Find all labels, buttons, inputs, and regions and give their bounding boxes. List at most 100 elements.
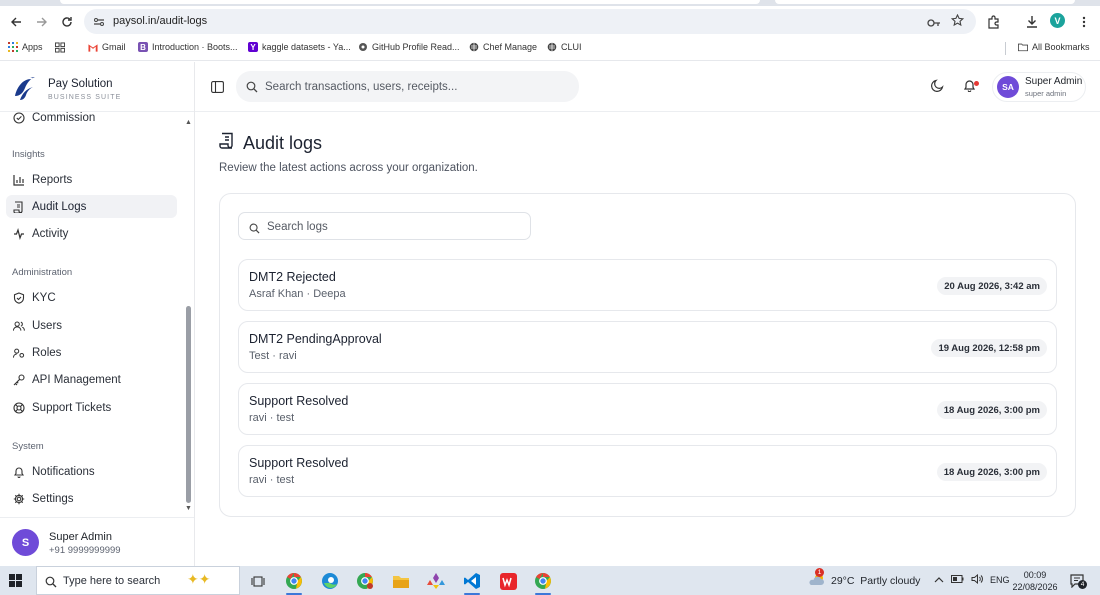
log-title: DMT2 PendingApproval <box>249 332 382 346</box>
log-title: Support Resolved <box>249 394 349 408</box>
weather-widget[interactable]: 1 29°C Partly cloudy <box>808 568 920 590</box>
edge-taskbar-icon[interactable] <box>319 570 341 592</box>
bookmark-label: CLUI <box>561 42 582 52</box>
sidebar-item-activity[interactable]: Activity <box>6 222 177 245</box>
bookmarks-bar: Apps Gmail B Introduction · Boots... Y k… <box>0 37 1100 61</box>
global-search-input[interactable] <box>265 78 565 95</box>
forward-arrow-icon[interactable] <box>33 13 51 31</box>
sidebar-item-commission[interactable]: Commission <box>6 112 177 129</box>
scroll-icon <box>219 132 236 154</box>
log-row[interactable]: Support Resolved ravi · test 18 Aug 2026… <box>238 445 1057 497</box>
chrome-active-taskbar-icon[interactable] <box>532 570 554 595</box>
header-user-menu[interactable]: SA Super Admin super admin <box>992 72 1086 102</box>
site-settings-icon[interactable] <box>93 15 105 33</box>
bookmark-github[interactable]: GitHub Profile Read... <box>358 42 460 52</box>
bookmark-grid[interactable] <box>55 41 65 53</box>
lifebuoy-icon <box>13 401 25 414</box>
file-explorer-icon[interactable] <box>390 570 412 592</box>
bookmark-bootstrap[interactable]: B Introduction · Boots... <box>138 42 238 52</box>
sidebar-item-users[interactable]: Users <box>6 314 177 337</box>
browser-toolbar: paysol.in/audit-logs V <box>0 6 1100 37</box>
check-circle-icon <box>13 112 25 124</box>
search-highlight-sparkle-icon: ✦✦ <box>187 571 211 587</box>
bookmark-chef[interactable]: Chef Manage <box>469 42 537 52</box>
sidebar-toggle-icon[interactable] <box>211 80 224 98</box>
task-view-icon[interactable] <box>247 570 269 592</box>
globe-icon <box>469 42 479 52</box>
taskbar-clock[interactable]: 00:09 22/08/2026 <box>1012 569 1058 593</box>
windows-start-icon[interactable] <box>9 574 22 592</box>
sidebar-item-label: Activity <box>32 227 69 240</box>
log-row[interactable]: DMT2 PendingApproval Test · ravi 19 Aug … <box>238 321 1057 373</box>
sidebar-item-support-tickets[interactable]: Support Tickets <box>6 396 177 419</box>
taskbar-search[interactable]: Type here to search ✦✦ <box>36 566 240 595</box>
bookmark-apps[interactable]: Apps <box>8 42 43 52</box>
log-meta: Test · ravi <box>249 350 297 362</box>
bookmark-clui[interactable]: CLUI <box>547 42 582 52</box>
extensions-icon[interactable] <box>985 13 1003 31</box>
battery-icon[interactable] <box>951 575 964 585</box>
log-timestamp-badge: 18 Aug 2026, 3:00 pm <box>936 463 1047 481</box>
bookmark-kaggle[interactable]: Y kaggle datasets - Ya... <box>248 42 351 52</box>
scroll-down-arrow-icon[interactable]: ▼ <box>185 505 192 512</box>
sidebar: Pay Solution BUSINESS SUITE Commission I… <box>0 62 195 566</box>
taskbar-search-text: Type here to search <box>63 575 161 587</box>
clock-date: 22/08/2026 <box>1012 582 1058 592</box>
sidebar-user-card[interactable]: S Super Admin +91 9999999999 <box>0 517 194 566</box>
chevron-up-icon[interactable] <box>934 575 944 585</box>
log-search-input[interactable] <box>267 219 517 234</box>
all-bookmarks-button[interactable]: All Bookmarks <box>1018 42 1090 52</box>
brand[interactable]: Pay Solution BUSINESS SUITE <box>12 74 192 106</box>
chrome-taskbar-icon[interactable] <box>283 570 305 595</box>
apps-grid-icon <box>8 42 18 52</box>
sidebar-item-label: Roles <box>32 346 62 359</box>
log-search[interactable] <box>238 212 531 240</box>
wps-office-icon[interactable] <box>497 570 519 592</box>
sidebar-item-roles[interactable]: Roles <box>6 341 177 364</box>
profile-avatar[interactable]: V <box>1050 13 1065 28</box>
main-content: Audit logs Review the latest actions acr… <box>196 113 1100 566</box>
vscode-taskbar-icon[interactable] <box>461 570 483 595</box>
notification-center-icon[interactable]: 4 <box>1070 574 1087 593</box>
roles-icon <box>13 347 25 359</box>
reload-icon[interactable] <box>58 13 76 31</box>
sidebar-item-settings[interactable]: Settings <box>6 487 177 510</box>
page-title-text: Audit logs <box>243 132 323 153</box>
speaker-icon[interactable] <box>971 573 983 586</box>
chrome-profile-taskbar-icon[interactable] <box>354 570 376 592</box>
key-icon <box>13 373 25 386</box>
bookmarks-separator <box>1005 42 1006 55</box>
language-indicator[interactable]: ENG <box>990 575 1010 585</box>
log-meta: Asraf Khan · Deepa <box>249 288 346 300</box>
sidebar-scrollbar-thumb[interactable] <box>186 306 191 503</box>
scroll-up-arrow-icon[interactable]: ▲ <box>185 119 192 126</box>
download-icon[interactable] <box>1023 13 1041 31</box>
windows-taskbar: Type here to search ✦✦ 1 29°C Partly clo… <box>0 566 1100 595</box>
app-launcher-icon[interactable] <box>425 570 447 592</box>
password-key-icon[interactable] <box>927 15 941 33</box>
bootstrap-icon: B <box>138 42 148 52</box>
more-menu-icon[interactable] <box>1075 13 1093 31</box>
github-icon <box>358 42 368 52</box>
bookmark-label: Gmail <box>102 42 126 52</box>
global-search[interactable] <box>236 71 579 102</box>
bell-icon <box>13 466 25 478</box>
sidebar-item-api-management[interactable]: API Management <box>6 368 177 391</box>
sidebar-item-notifications[interactable]: Notifications <box>6 460 177 483</box>
dark-mode-moon-icon[interactable] <box>931 79 944 97</box>
back-arrow-icon[interactable] <box>7 13 25 31</box>
users-icon <box>13 320 25 332</box>
bookmark-gmail[interactable]: Gmail <box>88 42 126 52</box>
audit-log-card: DMT2 Rejected Asraf Khan · Deepa 20 Aug … <box>219 193 1076 517</box>
log-meta: ravi · test <box>249 474 295 486</box>
search-icon <box>249 221 260 239</box>
log-row[interactable]: DMT2 Rejected Asraf Khan · Deepa 20 Aug … <box>238 259 1057 311</box>
bookmark-star-icon[interactable] <box>950 13 965 32</box>
sidebar-item-kyc[interactable]: KYC <box>6 286 177 309</box>
log-row[interactable]: Support Resolved ravi · test 18 Aug 2026… <box>238 383 1057 435</box>
sidebar-item-reports[interactable]: Reports <box>6 168 177 191</box>
sidebar-item-label: Settings <box>32 492 74 505</box>
chart-bars-icon <box>13 174 25 186</box>
sidebar-item-audit-logs[interactable]: Audit Logs <box>6 195 177 218</box>
address-bar[interactable]: paysol.in/audit-logs <box>84 9 976 34</box>
